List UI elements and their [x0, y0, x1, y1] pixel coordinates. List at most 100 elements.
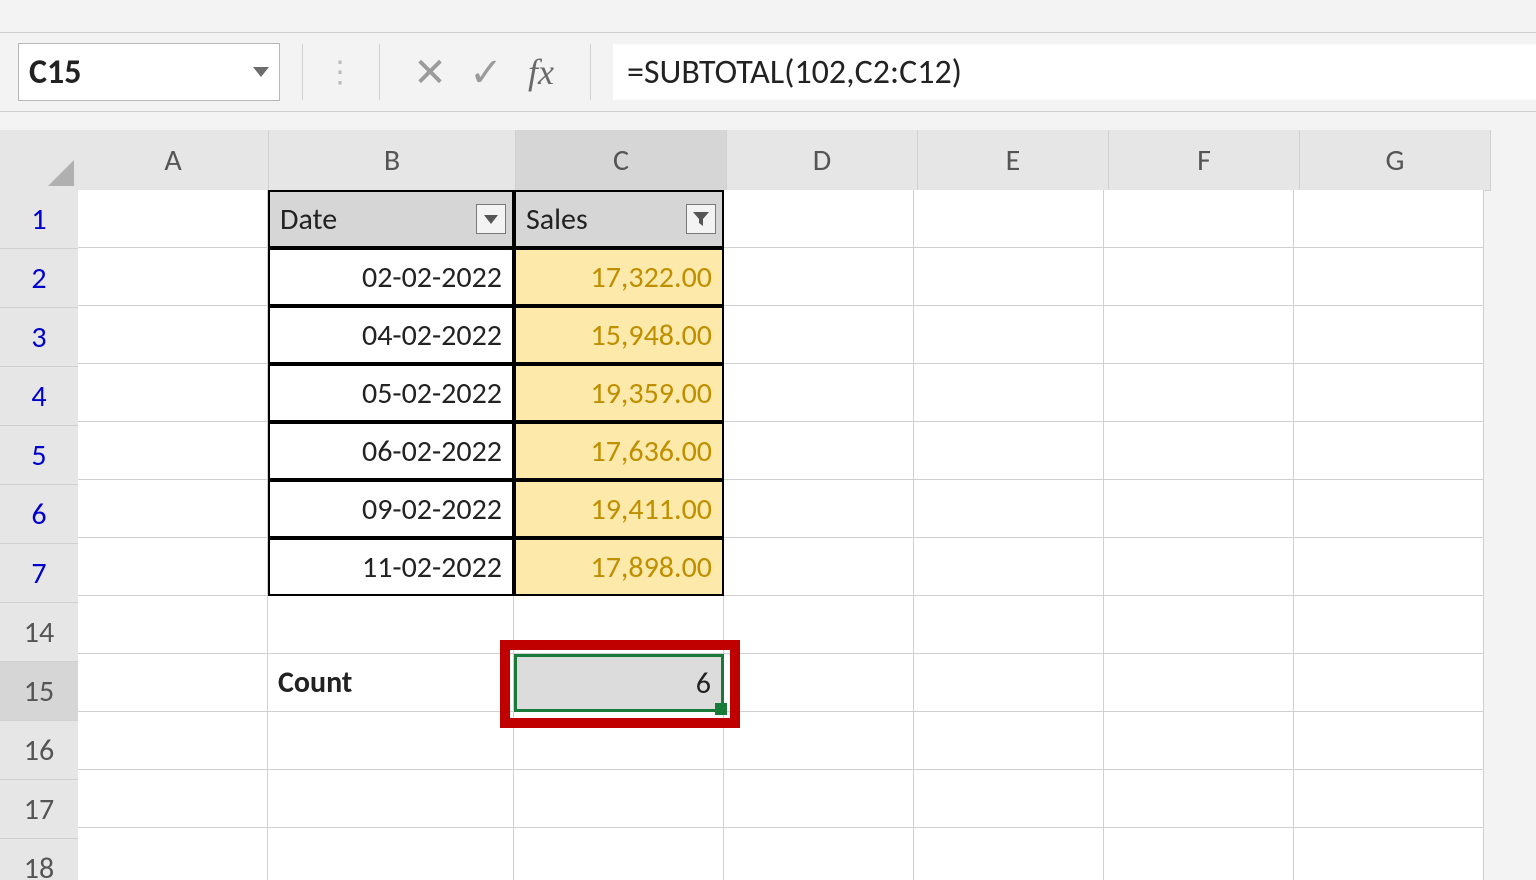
cell-D2[interactable] [724, 248, 914, 306]
row-header-7[interactable]: 7 [0, 544, 79, 603]
cell-E7[interactable] [914, 538, 1104, 596]
cell-G17[interactable] [1294, 770, 1484, 828]
cell-G4[interactable] [1294, 364, 1484, 422]
cell-F15[interactable] [1104, 654, 1294, 712]
sales-cell-7[interactable]: 17,898.00 [514, 538, 724, 596]
cell-D7[interactable] [724, 538, 914, 596]
cell-E1[interactable] [914, 190, 1104, 248]
date-cell-2[interactable]: 02-02-2022 [268, 248, 514, 306]
row-header-2[interactable]: 2 [0, 249, 79, 308]
cell-G2[interactable] [1294, 248, 1484, 306]
cell-D1[interactable] [724, 190, 914, 248]
cell-F6[interactable] [1104, 480, 1294, 538]
date-cell-7[interactable]: 11-02-2022 [268, 538, 514, 596]
table-header-date[interactable]: Date [268, 190, 514, 248]
cell-D16[interactable] [724, 712, 914, 770]
row-header-17[interactable]: 17 [0, 780, 79, 839]
cell-D14[interactable] [724, 596, 914, 654]
cell-E14[interactable] [914, 596, 1104, 654]
cell-A6[interactable] [78, 480, 268, 538]
cell-E5[interactable] [914, 422, 1104, 480]
sales-cell-3[interactable]: 15,948.00 [514, 306, 724, 364]
row-header-5[interactable]: 5 [0, 426, 79, 485]
select-all-corner[interactable] [0, 130, 79, 191]
cell-A14[interactable] [78, 596, 268, 654]
cell-D6[interactable] [724, 480, 914, 538]
fx-icon[interactable]: fx [528, 51, 554, 93]
row-header-3[interactable]: 3 [0, 308, 79, 367]
cell-C18[interactable] [514, 828, 724, 880]
cell-C16[interactable] [514, 712, 724, 770]
cell-A17[interactable] [78, 770, 268, 828]
name-box-dropdown-icon[interactable] [253, 67, 269, 77]
cell-F14[interactable] [1104, 596, 1294, 654]
cell-F5[interactable] [1104, 422, 1294, 480]
cell-A4[interactable] [78, 364, 268, 422]
cell-D18[interactable] [724, 828, 914, 880]
cell-B16[interactable] [268, 712, 514, 770]
cell-D15[interactable] [724, 654, 914, 712]
filter-active-icon[interactable] [686, 204, 716, 234]
column-header-C[interactable]: C [516, 130, 727, 193]
cell-A5[interactable] [78, 422, 268, 480]
date-cell-4[interactable]: 05-02-2022 [268, 364, 514, 422]
cell-G5[interactable] [1294, 422, 1484, 480]
cell-C14[interactable] [514, 596, 724, 654]
column-header-B[interactable]: B [269, 130, 516, 191]
cell-B17[interactable] [268, 770, 514, 828]
row-header-16[interactable]: 16 [0, 721, 79, 780]
cell-D4[interactable] [724, 364, 914, 422]
cell-C17[interactable] [514, 770, 724, 828]
cell-E6[interactable] [914, 480, 1104, 538]
fill-handle[interactable] [715, 703, 727, 715]
cell-A18[interactable] [78, 828, 268, 880]
cell-G7[interactable] [1294, 538, 1484, 596]
date-cell-3[interactable]: 04-02-2022 [268, 306, 514, 364]
row-header-14[interactable]: 14 [0, 603, 79, 662]
cell-F18[interactable] [1104, 828, 1294, 880]
formula-bar-options-icon[interactable]: ⋮ [325, 54, 357, 91]
cell-G3[interactable] [1294, 306, 1484, 364]
cell-E3[interactable] [914, 306, 1104, 364]
cell-F17[interactable] [1104, 770, 1294, 828]
cell-A7[interactable] [78, 538, 268, 596]
cell-G14[interactable] [1294, 596, 1484, 654]
sales-cell-2[interactable]: 17,322.00 [514, 248, 724, 306]
cell-A15[interactable] [78, 654, 268, 712]
cell-B14[interactable] [268, 596, 514, 654]
cell-F7[interactable] [1104, 538, 1294, 596]
cell-A1[interactable] [78, 190, 268, 248]
row-header-1[interactable]: 1 [0, 190, 79, 249]
column-header-G[interactable]: G [1300, 130, 1491, 191]
cell-E16[interactable] [914, 712, 1104, 770]
cell-E2[interactable] [914, 248, 1104, 306]
row-header-4[interactable]: 4 [0, 367, 79, 426]
sales-cell-5[interactable]: 17,636.00 [514, 422, 724, 480]
sales-cell-4[interactable]: 19,359.00 [514, 364, 724, 422]
table-header-sales[interactable]: Sales [514, 190, 724, 248]
cell-F1[interactable] [1104, 190, 1294, 248]
count-label[interactable]: Count [268, 654, 514, 712]
cell-A2[interactable] [78, 248, 268, 306]
selected-cell-C15[interactable]: 6 [514, 654, 724, 712]
cell-D17[interactable] [724, 770, 914, 828]
name-box[interactable]: C15 [18, 43, 280, 101]
row-header-15[interactable]: 15 [0, 662, 81, 721]
cell-G16[interactable] [1294, 712, 1484, 770]
filter-dropdown-icon[interactable] [476, 204, 506, 234]
cell-E4[interactable] [914, 364, 1104, 422]
column-header-A[interactable]: A [78, 130, 269, 191]
cell-D3[interactable] [724, 306, 914, 364]
cell-E17[interactable] [914, 770, 1104, 828]
cell-E15[interactable] [914, 654, 1104, 712]
cell-G6[interactable] [1294, 480, 1484, 538]
column-header-D[interactable]: D [727, 130, 918, 191]
row-header-18[interactable]: 18 [0, 839, 79, 880]
cell-A3[interactable] [78, 306, 268, 364]
cell-A16[interactable] [78, 712, 268, 770]
date-cell-5[interactable]: 06-02-2022 [268, 422, 514, 480]
sales-cell-6[interactable]: 19,411.00 [514, 480, 724, 538]
column-header-E[interactable]: E [918, 130, 1109, 191]
cell-F4[interactable] [1104, 364, 1294, 422]
cell-G15[interactable] [1294, 654, 1484, 712]
